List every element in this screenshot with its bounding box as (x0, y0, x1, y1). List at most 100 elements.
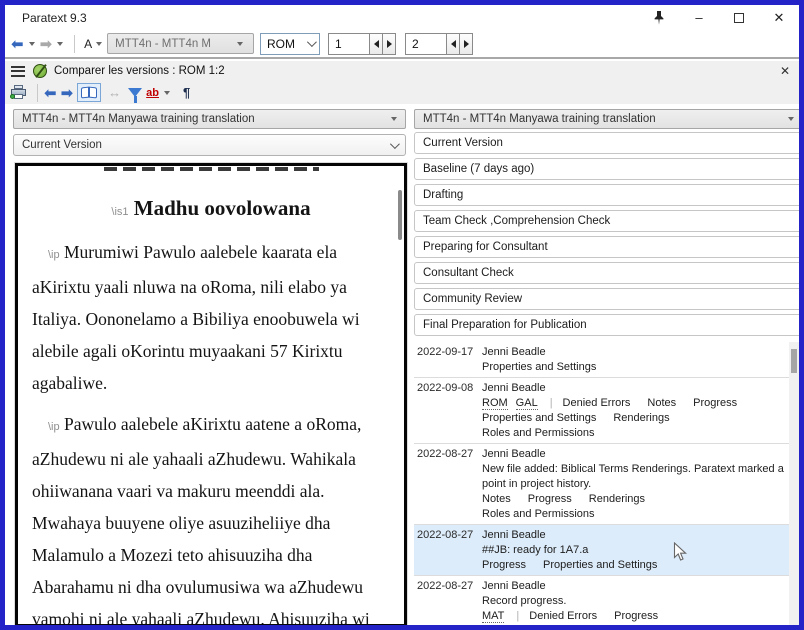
verse-next-button[interactable] (460, 33, 473, 55)
document-paragraph: \ip Pawulo aalebele aKirixtu aatene a oR… (32, 408, 390, 627)
chevron-down-icon (390, 139, 400, 149)
book-combo[interactable]: ROM (260, 33, 320, 55)
separator: | (516, 610, 519, 622)
stage-label: Community Review (423, 293, 522, 305)
history-author: Jenni Beadle (482, 528, 791, 543)
usfm-marker: \is1 (111, 206, 128, 218)
scope-dropdown[interactable] (96, 42, 102, 46)
left-project-combo[interactable]: MTT4n - MTT4n Manyawa training translati… (13, 109, 406, 129)
chapter-spinner: 1 (328, 33, 396, 55)
history-change-tag: Progress (482, 559, 526, 571)
history-book-tag: ROM (482, 397, 508, 410)
reference-project-combo[interactable]: MTT4n - MTT4n M (107, 33, 254, 54)
history-author: Jenni Beadle (482, 381, 791, 396)
history-change-tag: Notes (647, 397, 676, 409)
left-arrow-icon (374, 40, 379, 48)
history-entry[interactable]: 2022-09-08Jenni BeadleROMGAL|Denied Erro… (414, 377, 791, 443)
stage-item[interactable]: Team Check ,Comprehension Check (414, 210, 803, 232)
history-date: 2022-09-08 (414, 381, 482, 441)
compare-panel-header: Comparer les versions : ROM 1:2 ✕ (5, 61, 799, 81)
maximize-icon (734, 13, 744, 23)
previous-change-button[interactable]: ⬅ (44, 83, 57, 102)
document-view: \is1 Madhu oovolowana \ip Murumiwi Pawul… (15, 163, 407, 627)
chevron-down-icon (788, 117, 794, 121)
chapter-prev-button[interactable] (370, 33, 383, 55)
section-heading: \is1 Madhu oovolowana (32, 193, 390, 227)
history-change-tag: Notes (482, 493, 511, 505)
chapter-next-button[interactable] (383, 33, 396, 55)
back-arrow-icon: ⬅ (11, 35, 24, 53)
pin-icon[interactable] (639, 6, 679, 30)
back-button[interactable]: ⬅ (11, 35, 24, 53)
left-version-combo[interactable]: Current Version (13, 134, 406, 156)
right-project-combo[interactable]: MTT4n - MTT4n Manyawa training translati… (414, 109, 803, 129)
stage-item[interactable]: Preparing for Consultant (414, 236, 803, 258)
chevron-down-icon (307, 37, 317, 47)
panel-close-button[interactable]: ✕ (780, 64, 793, 78)
document-scrollbar-thumb[interactable] (398, 190, 402, 240)
forward-button[interactable]: ➡ (40, 35, 53, 53)
pin-icon-glyph (653, 11, 665, 25)
usfm-marker: \ip (48, 249, 60, 261)
side-by-side-view-button[interactable] (77, 83, 101, 102)
history-change-tag: Properties and Settings (543, 559, 657, 571)
formatting-marks-button[interactable]: ¶ (179, 83, 190, 102)
history-change-line: Properties and SettingsRenderings (482, 411, 791, 426)
right-arrow-icon (464, 40, 469, 48)
history-scrollbar[interactable] (789, 342, 799, 629)
panel-menu-icon[interactable] (11, 66, 25, 77)
scope-selector[interactable]: A (84, 37, 92, 51)
verse-input[interactable]: 2 (405, 33, 447, 55)
separator (37, 84, 38, 102)
navigation-toolbar: ⬅ ➡ A MTT4n - MTT4n M ROM 1 2 (5, 30, 799, 59)
stage-label: Preparing for Consultant (423, 241, 548, 253)
stage-item[interactable]: Community Review (414, 288, 803, 310)
stage-item[interactable]: Current Version (414, 132, 803, 154)
chevron-down-icon (164, 91, 170, 95)
history-entry[interactable]: 2022-08-27Jenni Beadle##JB: ready for 1A… (414, 524, 791, 575)
pilcrow-icon: ¶ (183, 85, 190, 100)
history-change-line: Properties and Settings (482, 360, 791, 375)
title-bar: Paratext 9.3 – ✕ (5, 5, 799, 30)
history-entry[interactable]: 2022-09-17Jenni BeadleProperties and Set… (414, 342, 791, 377)
usfm-marker: \ip (48, 421, 60, 433)
next-change-button[interactable]: ➡ (61, 83, 74, 102)
chapter-input[interactable]: 1 (328, 33, 370, 55)
stage-item[interactable]: Final Preparation for Publication (414, 314, 803, 336)
open-book-icon (81, 87, 97, 99)
stage-item[interactable]: Drafting (414, 184, 803, 206)
close-button[interactable]: ✕ (759, 6, 799, 30)
panel-title: Comparer les versions : ROM 1:2 (54, 65, 780, 77)
forward-arrow-icon: ➡ (61, 84, 74, 102)
history-change-tag: Progress (693, 397, 737, 409)
filter-icon (128, 88, 142, 97)
resize-columns-button[interactable]: ↔ (105, 83, 124, 102)
back-history-dropdown[interactable] (29, 42, 35, 46)
minimize-button[interactable]: – (679, 6, 719, 30)
stage-item[interactable]: Consultant Check (414, 262, 803, 284)
history-entry[interactable]: 2022-08-27Jenni BeadleRecord progress.MA… (414, 575, 791, 626)
forward-history-dropdown[interactable] (57, 42, 63, 46)
section-heading-text: Madhu oovolowana (134, 196, 311, 220)
history-change-tag: Progress (614, 610, 658, 622)
mouse-cursor (673, 542, 689, 567)
verse-prev-button[interactable] (447, 33, 460, 55)
hide-identical-button[interactable]: ab (146, 83, 175, 102)
stage-label: Drafting (423, 189, 463, 201)
print-button[interactable] (10, 83, 27, 102)
history-scrollbar-thumb[interactable] (791, 349, 797, 373)
separator (74, 35, 75, 53)
history-comment: Record progress. (482, 594, 791, 609)
history-author: Jenni Beadle (482, 447, 791, 462)
history-change-line: Roles and Permissions (482, 507, 791, 522)
history-entry[interactable]: 2022-08-27Jenni BeadleNew file added: Bi… (414, 443, 791, 524)
stage-label: Final Preparation for Publication (423, 319, 587, 331)
maximize-button[interactable] (719, 6, 759, 30)
paratext-project-icon (33, 64, 47, 78)
filter-button[interactable] (128, 83, 142, 102)
history-list: 2022-09-17Jenni BeadleProperties and Set… (414, 342, 791, 629)
stage-label: Current Version (423, 137, 503, 149)
stage-item[interactable]: Baseline (7 days ago) (414, 158, 803, 180)
history-change-tag: Denied Errors (563, 397, 631, 409)
history-change-line: MAT|Denied ErrorsProgress (482, 609, 791, 624)
